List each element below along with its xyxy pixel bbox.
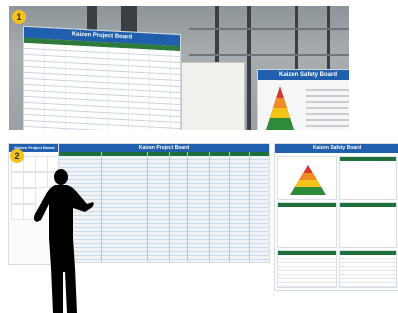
scaffold-pole bbox=[247, 6, 251, 130]
scaffold-pole bbox=[295, 6, 298, 76]
safety-board-mockup: Kaizen Safety Board bbox=[274, 143, 398, 291]
safety-pyramid-graphic bbox=[266, 86, 349, 130]
safety-log-panel bbox=[339, 250, 397, 288]
scaffold-pole bbox=[327, 6, 330, 76]
section-badge-2: 2 bbox=[10, 149, 24, 163]
workshop-photo: Kaizen Project Board Kaizen Safety Board bbox=[9, 6, 349, 130]
safety-board-title: Kaizen Safety Board bbox=[275, 144, 398, 153]
section-badge-1: 1 bbox=[12, 10, 26, 24]
safety-panel bbox=[339, 202, 397, 248]
project-board-title: Kaizen Project Board bbox=[59, 144, 269, 152]
safety-log-panel bbox=[277, 250, 337, 288]
safety-pyramid-panel bbox=[277, 156, 337, 200]
scaffold-rail bbox=[189, 28, 349, 30]
photo-safety-board: Kaizen Safety Board bbox=[257, 69, 349, 130]
safety-panel bbox=[277, 202, 337, 248]
safety-pyramid-graphic bbox=[290, 165, 326, 195]
person-silhouette bbox=[27, 168, 99, 313]
scaffold-rail bbox=[189, 54, 349, 56]
photo-safety-board-title: Kaizen Safety Board bbox=[258, 70, 349, 80]
safety-panel bbox=[339, 156, 397, 200]
photo-project-board: Kaizen Project Board bbox=[23, 25, 181, 130]
photo-whiteboard bbox=[181, 62, 245, 130]
